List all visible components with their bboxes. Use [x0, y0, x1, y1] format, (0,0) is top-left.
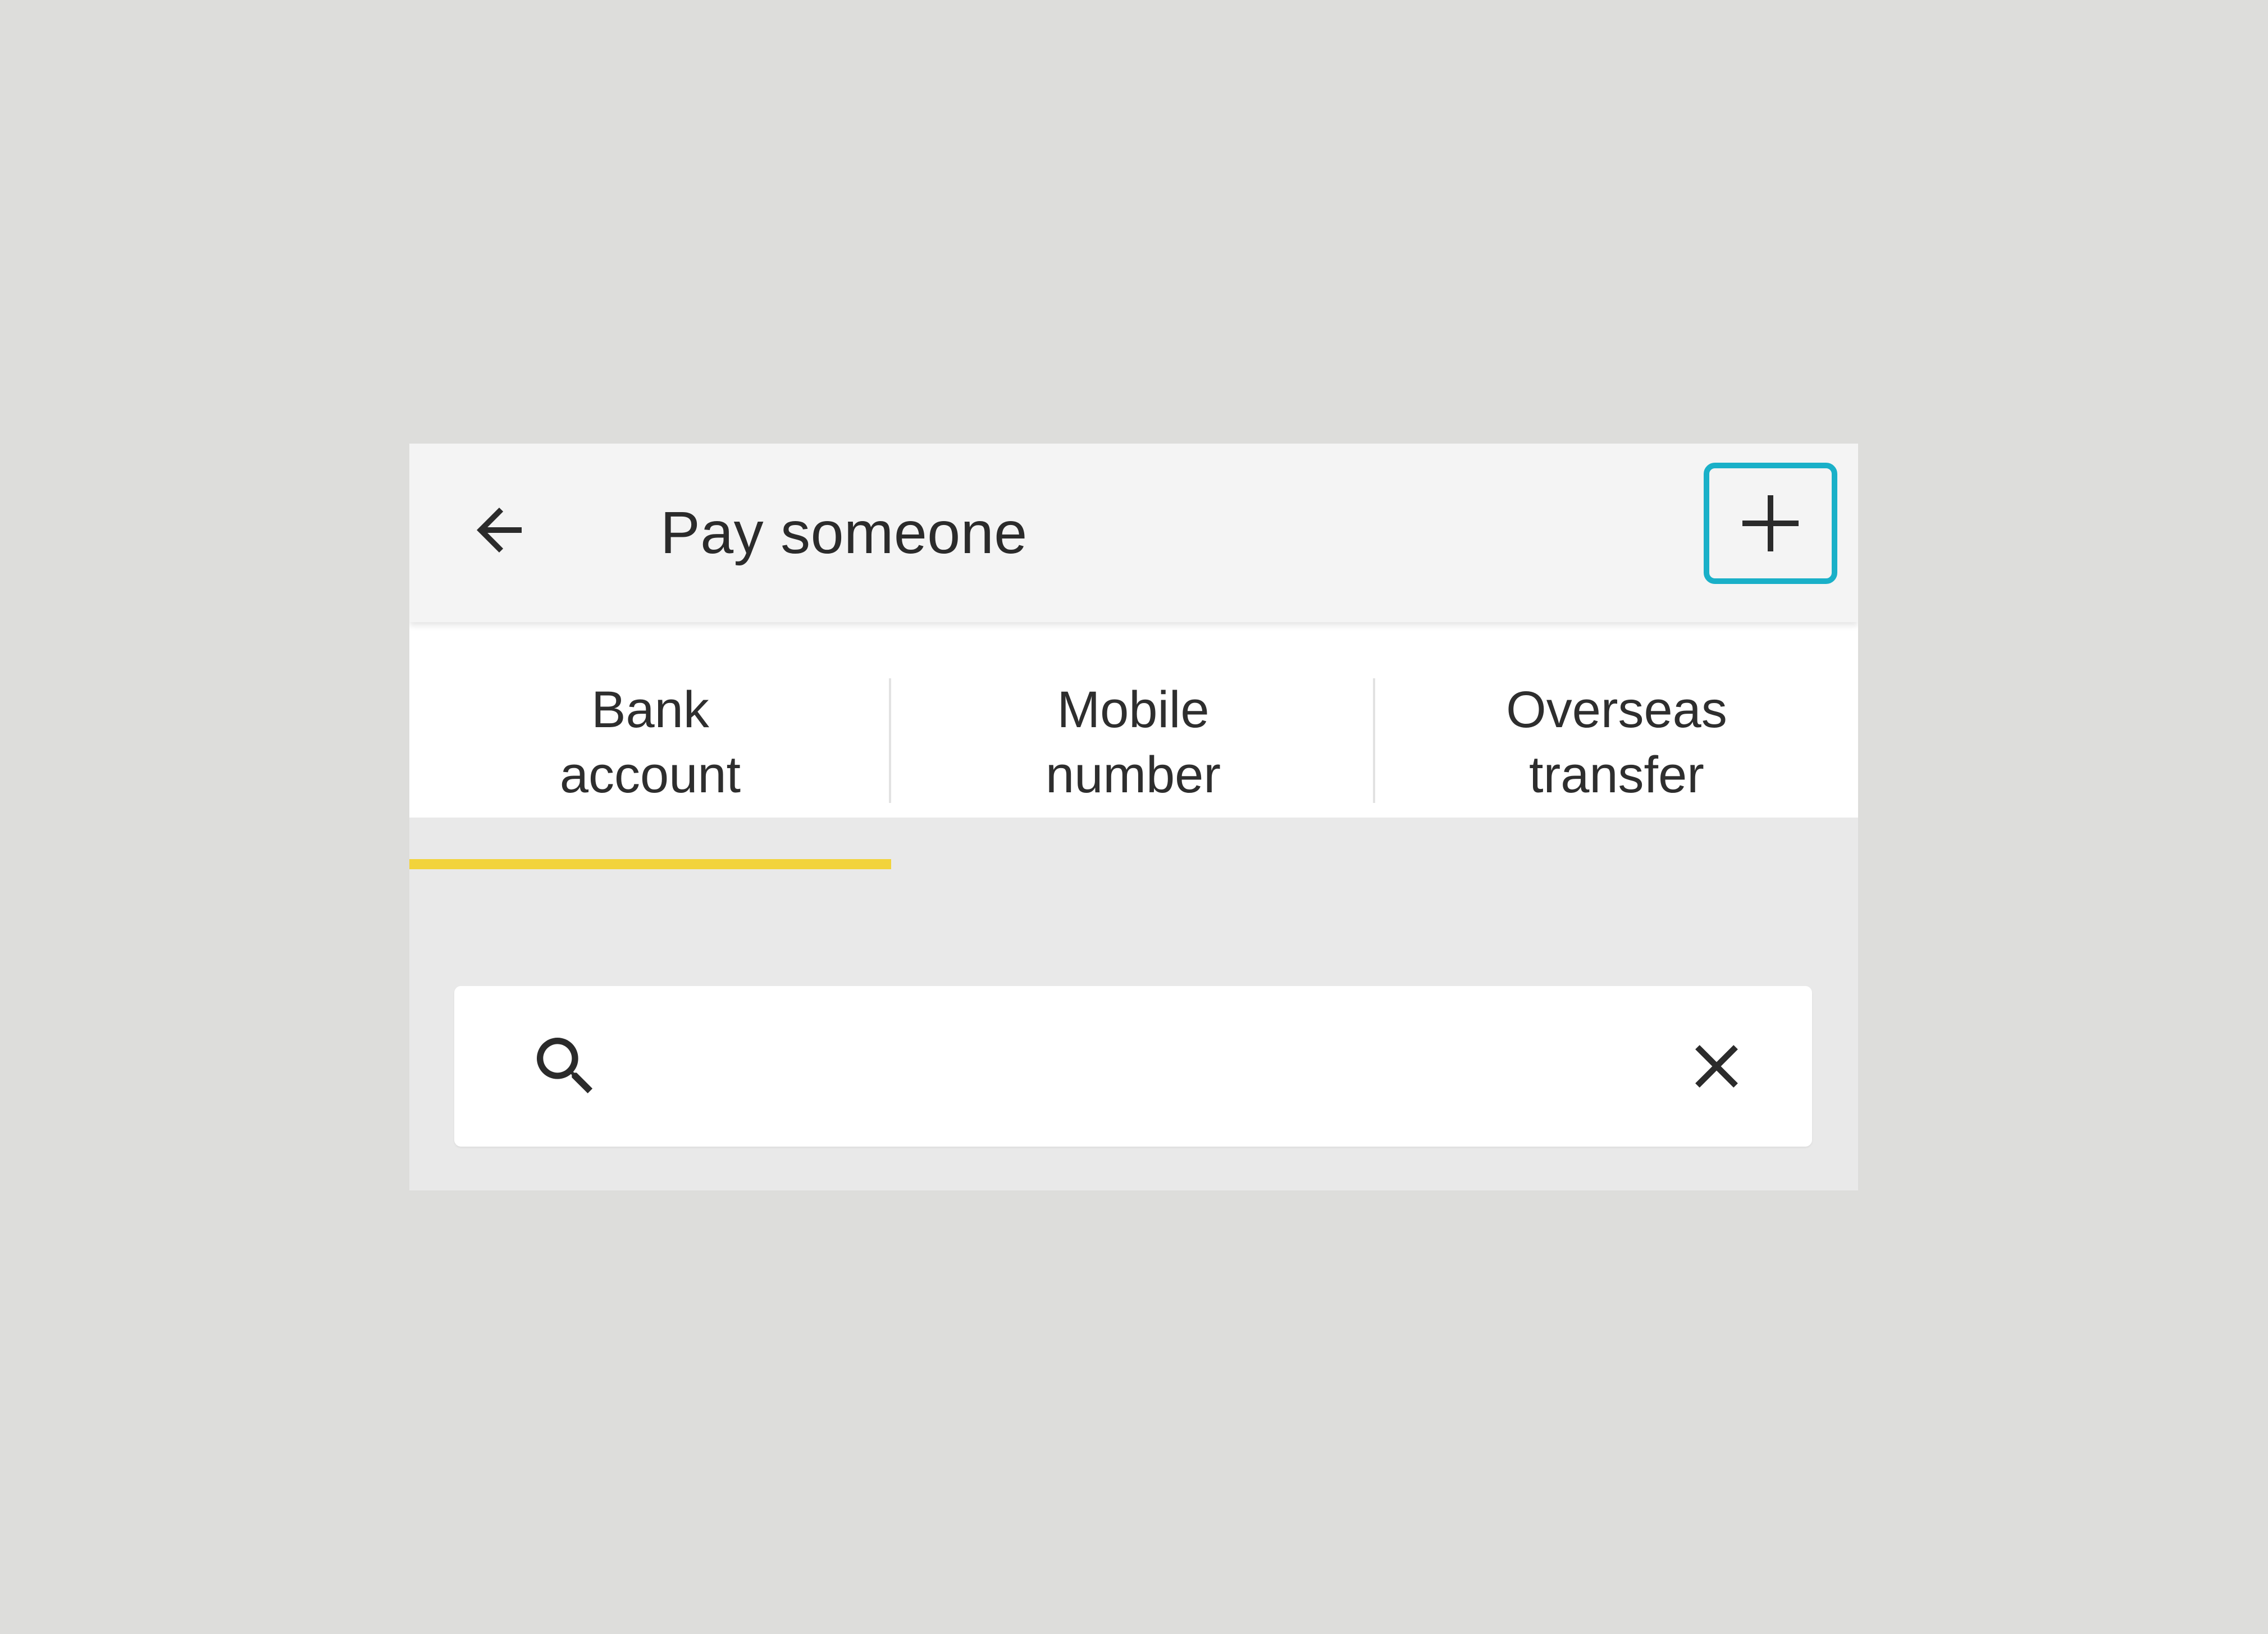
pay-someone-screen: Pay someone Bank account Mobile number O… — [409, 444, 1858, 1190]
close-icon — [1695, 1045, 1738, 1088]
back-button[interactable] — [460, 491, 539, 569]
search-icon — [537, 1038, 593, 1094]
active-tab-indicator — [409, 859, 891, 869]
arrow-left-icon — [477, 508, 522, 553]
add-payee-button[interactable] — [1704, 463, 1837, 584]
tab-label: Mobile number — [1046, 681, 1221, 804]
tab-bank-account[interactable]: Bank account — [409, 622, 891, 818]
app-bar: Pay someone — [409, 444, 1858, 622]
tab-overseas-transfer[interactable]: Overseas transfer — [1375, 622, 1858, 818]
search-input[interactable] — [634, 1008, 1591, 1125]
plus-icon — [1742, 495, 1799, 551]
search-bar — [454, 986, 1812, 1147]
clear-search-button[interactable] — [1678, 1028, 1755, 1104]
page-title: Pay someone — [660, 500, 1028, 566]
tab-label: Bank account — [559, 681, 741, 804]
tab-label: Overseas transfer — [1506, 681, 1727, 804]
payment-type-tabs: Bank account Mobile number Overseas tran… — [409, 622, 1858, 818]
tab-mobile-number[interactable]: Mobile number — [891, 622, 1375, 818]
